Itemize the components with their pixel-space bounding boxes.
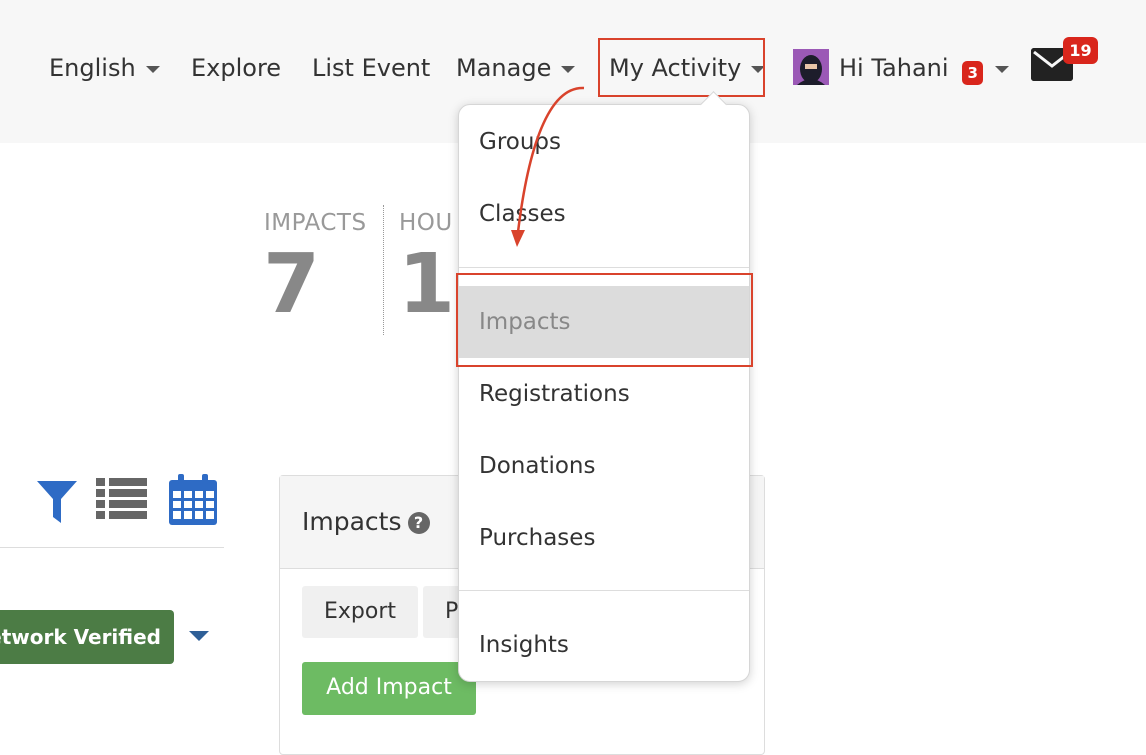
filters-divider — [0, 547, 224, 548]
menu-item-registrations[interactable]: Registrations — [459, 358, 749, 430]
menu-divider — [459, 590, 749, 591]
user-menu[interactable]: Hi Tahani 3 — [839, 52, 1010, 85]
impacts-title-text: Impacts — [302, 507, 402, 536]
network-verified-button[interactable]: Network Verified — [0, 610, 174, 664]
stats-divider — [383, 205, 384, 335]
stat-label-hours: HOU — [399, 210, 453, 236]
filter-icon[interactable] — [37, 481, 77, 527]
stat-value-hours: 1 — [398, 237, 456, 332]
language-menu[interactable]: English — [49, 52, 160, 84]
menu-item-purchases[interactable]: Purchases — [459, 502, 749, 574]
help-icon[interactable]: ? — [407, 512, 430, 534]
language-label: English — [49, 54, 136, 82]
add-impact-button[interactable]: Add Impact — [302, 662, 476, 715]
menu-item-groups[interactable]: Groups — [459, 106, 749, 178]
my-activity-highlight-box — [598, 38, 765, 97]
chevron-down-icon — [561, 65, 576, 73]
notification-badge: 3 — [962, 61, 984, 85]
stat-value-impacts: 7 — [263, 237, 321, 332]
chevron-down-icon — [145, 65, 160, 73]
export-button[interactable]: Export — [302, 586, 419, 638]
manage-label: Manage — [456, 54, 552, 82]
mail-count-badge: 19 — [1063, 37, 1098, 64]
list-view-icon[interactable] — [96, 478, 147, 524]
nav-manage[interactable]: Manage — [456, 52, 576, 84]
menu-item-donations[interactable]: Donations — [459, 430, 749, 502]
menu-divider — [459, 267, 749, 268]
impacts-highlight-box — [456, 273, 753, 367]
my-activity-dropdown: Groups Classes Impacts Registrations Don… — [458, 91, 750, 682]
chevron-down-icon — [995, 65, 1010, 73]
nav-explore[interactable]: Explore — [191, 52, 281, 84]
menu-item-classes[interactable]: Classes — [459, 178, 749, 250]
menu-item-insights[interactable]: Insights — [459, 609, 749, 681]
greeting-label: Hi Tahani — [839, 54, 949, 82]
chevron-down-icon[interactable] — [189, 631, 209, 641]
calendar-icon[interactable] — [168, 474, 218, 530]
avatar[interactable] — [793, 49, 829, 85]
network-verified-label: Network Verified — [0, 625, 161, 649]
impacts-panel-title: Impacts? — [302, 507, 430, 536]
stat-label-impacts: IMPACTS — [264, 210, 367, 236]
nav-list-event[interactable]: List Event — [312, 52, 430, 84]
